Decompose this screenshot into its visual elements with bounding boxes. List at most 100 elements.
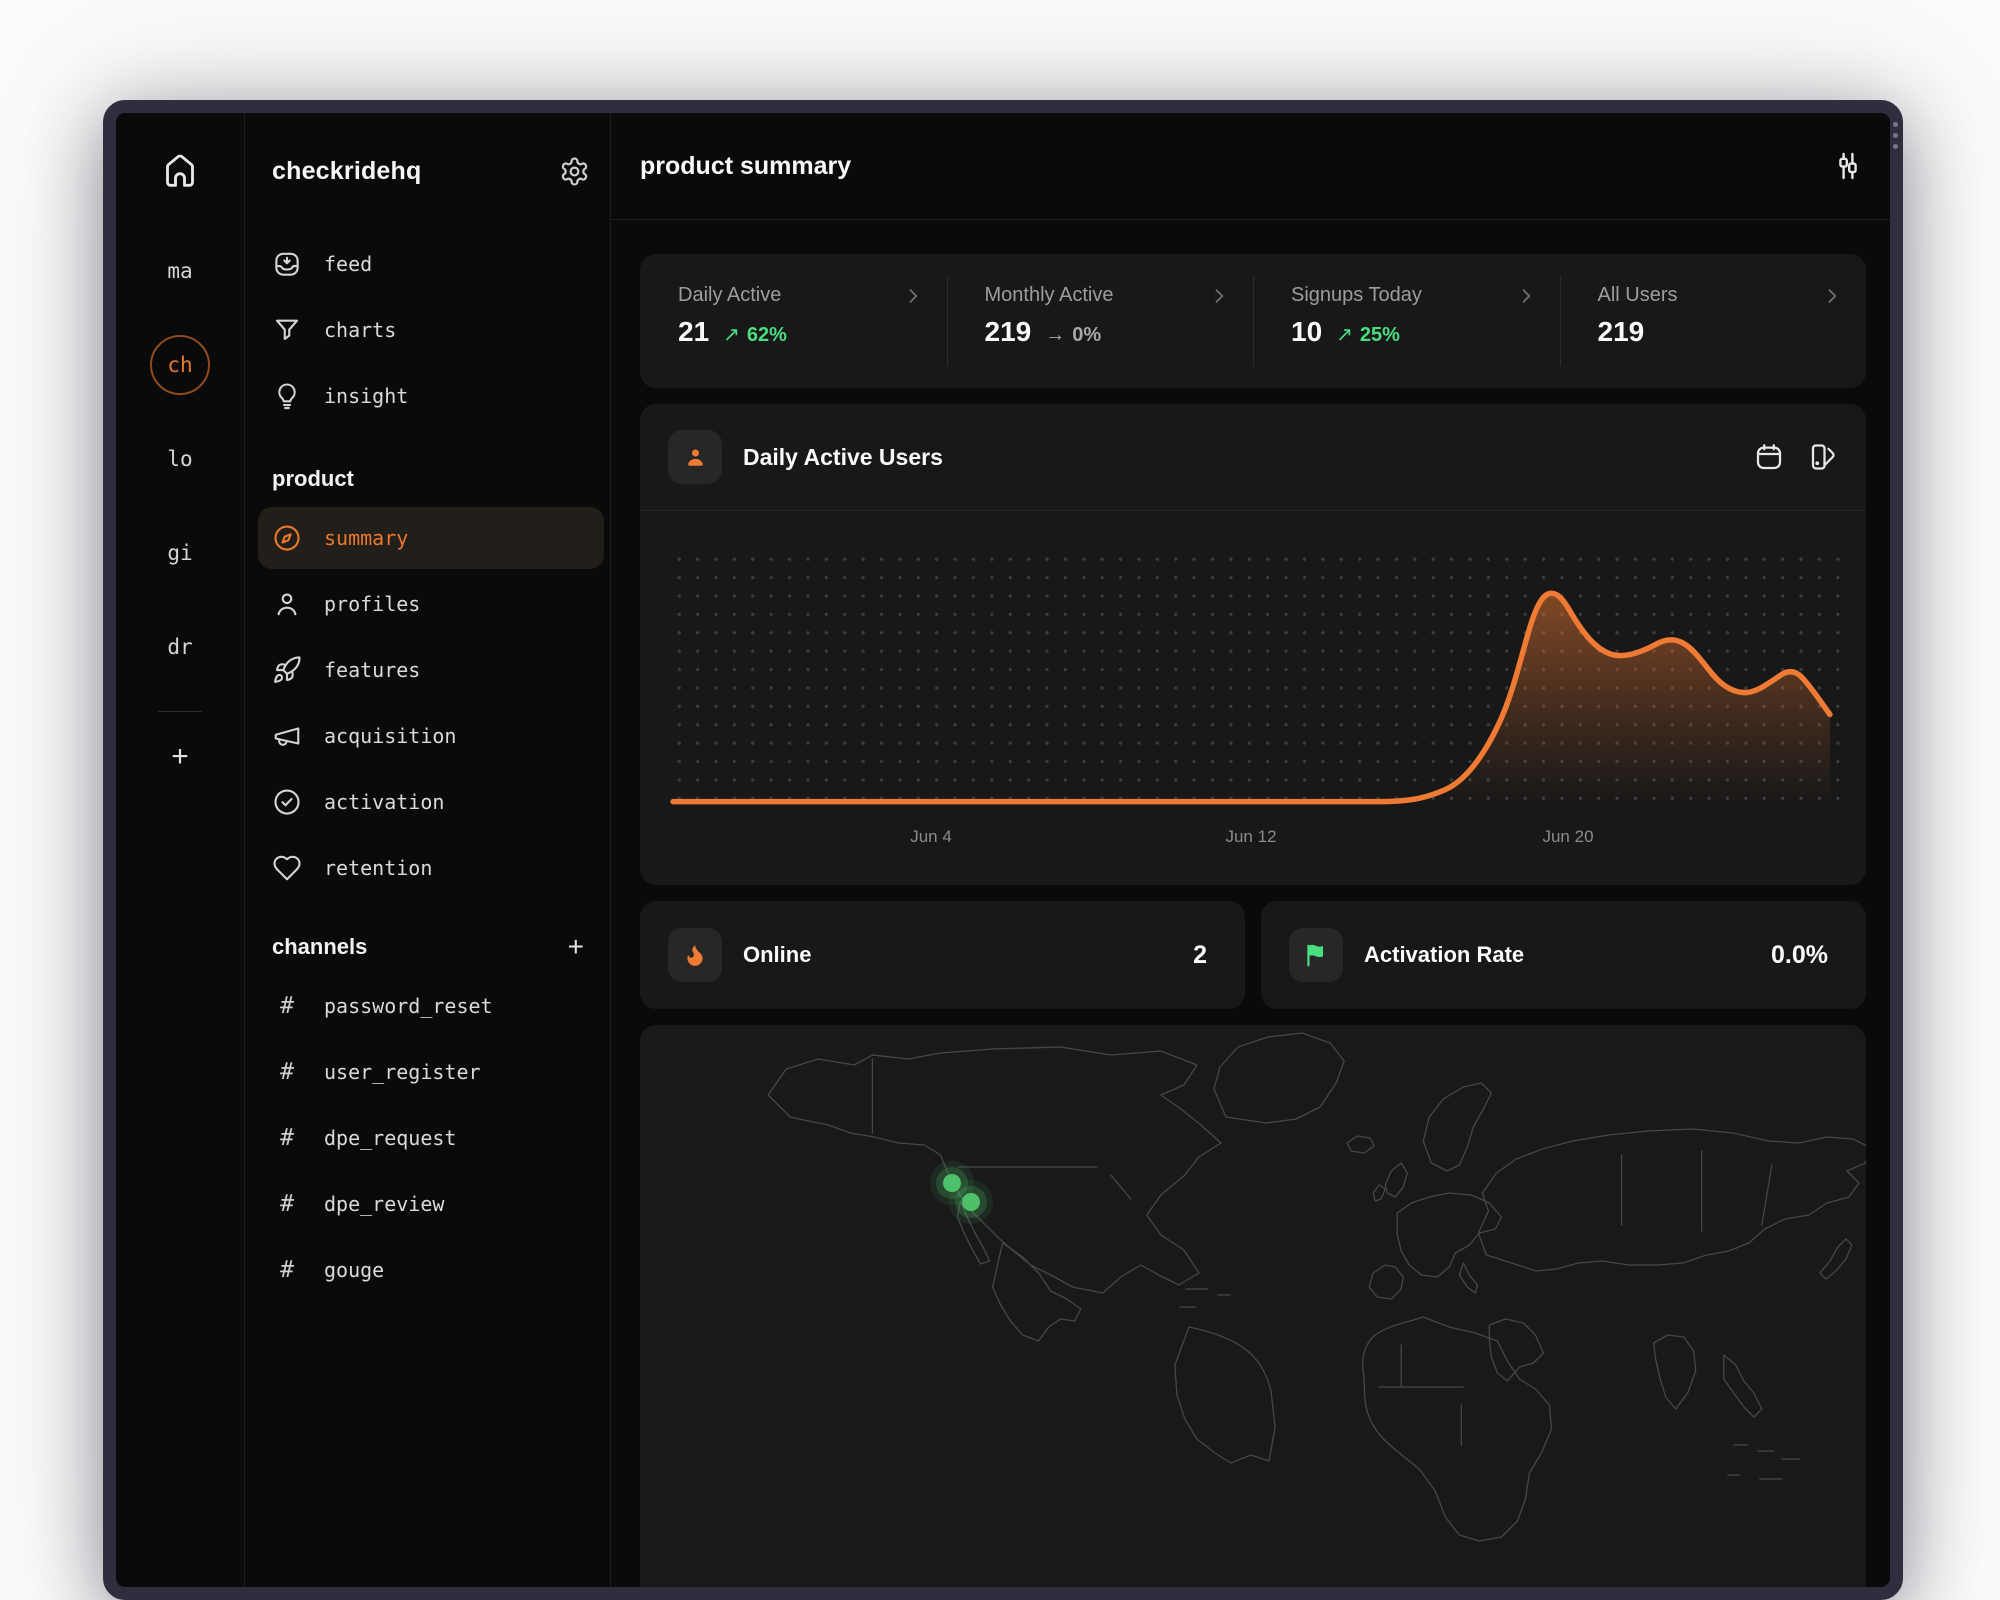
sidebar-item-label: profiles	[324, 592, 421, 616]
sidebar: checkridehq feed charts insight product …	[245, 113, 611, 1587]
stats-strip: Daily Active 21 ↗ 62% Monthly Active 219…	[640, 254, 1866, 388]
online-user-dot	[943, 1174, 961, 1192]
stat-value: 219	[1597, 316, 1645, 347]
chevron-right-icon	[1516, 286, 1536, 306]
channel-label: dpe_review	[324, 1192, 445, 1216]
stat-label: Daily Active	[678, 284, 782, 306]
workspace-item-ma[interactable]: ma	[150, 241, 210, 301]
sidebar-item-features[interactable]: features	[272, 637, 590, 703]
section-title: channels	[272, 934, 368, 959]
person-icon	[272, 589, 302, 619]
channel-item-password-reset[interactable]: # password_reset	[272, 973, 590, 1039]
sidebar-item-summary[interactable]: summary	[258, 507, 604, 569]
trend-percent: 0%	[1072, 324, 1102, 346]
page-title: product summary	[640, 151, 852, 180]
flame-icon	[687, 945, 703, 966]
workspace-title: checkridehq	[272, 156, 422, 185]
stat-trend: → 0%	[1045, 324, 1101, 347]
dau-line-chart[interactable]	[640, 404, 1866, 886]
channel-label: gouge	[324, 1258, 385, 1282]
world-map	[767, 1032, 1866, 1542]
stat-value: 21	[678, 316, 710, 347]
chevron-right-icon	[1209, 286, 1229, 306]
sidebar-item-label: charts	[324, 318, 397, 342]
stat-value: 219	[984, 316, 1032, 347]
sidebar-item-feed[interactable]: feed	[272, 231, 590, 297]
sidebar-header: checkridehq	[272, 149, 590, 193]
flag-tile	[1289, 928, 1343, 982]
circle-check-icon	[272, 787, 302, 817]
hash-icon: #	[280, 1125, 294, 1151]
activation-rate-value: 0.0%	[1771, 940, 1828, 969]
workspace-item-gi[interactable]: gi	[150, 523, 210, 583]
stat-value: 10	[1291, 316, 1323, 347]
trend-up-arrow-icon: ↗	[1336, 324, 1353, 346]
trend-percent: 25%	[1359, 324, 1400, 346]
lightbulb-icon	[272, 381, 302, 411]
sidebar-item-label: acquisition	[324, 724, 457, 748]
stat-monthly-active[interactable]: Monthly Active 219 → 0%	[946, 254, 1254, 388]
sidebar-item-label: summary	[324, 526, 409, 550]
chart-area-fill	[1379, 593, 1830, 802]
section-product: product	[272, 453, 590, 505]
stat-label: Signups Today	[1291, 284, 1422, 306]
stat-daily-active[interactable]: Daily Active 21 ↗ 62%	[640, 254, 947, 388]
workspace-item-dr[interactable]: dr	[150, 617, 210, 677]
sidebar-item-insight[interactable]: insight	[272, 363, 590, 429]
add-workspace-button[interactable]: +	[171, 740, 189, 774]
channel-item-dpe-review[interactable]: # dpe_review	[272, 1171, 590, 1237]
daily-active-users-card: Daily Active Users Jun 4 Jun 12 Jun 20	[640, 404, 1866, 885]
sidebar-item-activation[interactable]: activation	[272, 769, 590, 835]
online-label: Online	[743, 942, 812, 967]
stat-trend: ↗ 62%	[723, 322, 787, 347]
stat-signups-today[interactable]: Signups Today 10 ↗ 25%	[1253, 254, 1560, 388]
user-locations-map-card[interactable]	[640, 1025, 1866, 1587]
heart-icon	[272, 853, 302, 883]
x-axis-tick: Jun 20	[1542, 827, 1594, 846]
channel-item-user-register[interactable]: # user_register	[272, 1039, 590, 1105]
x-axis-tick: Jun 4	[910, 827, 952, 846]
activation-rate-label: Activation Rate	[1364, 942, 1525, 967]
stat-label: All Users	[1597, 284, 1678, 306]
workspace-item-lo[interactable]: lo	[150, 429, 210, 489]
activation-rate-card[interactable]: Activation Rate 0.0%	[1261, 901, 1866, 1009]
sidebar-item-retention[interactable]: retention	[272, 835, 590, 901]
chevron-right-icon	[903, 286, 923, 306]
settings-gear-icon[interactable]	[559, 156, 590, 187]
online-card[interactable]: Online 2	[640, 901, 1245, 1009]
channel-label: password_reset	[324, 994, 493, 1018]
stat-all-users[interactable]: All Users 219	[1559, 254, 1867, 388]
stat-label: Monthly Active	[984, 284, 1114, 306]
flag-icon	[1307, 944, 1324, 967]
sidebar-item-label: retention	[324, 856, 433, 880]
online-value: 2	[1193, 940, 1207, 969]
channel-label: user_register	[324, 1060, 481, 1084]
trend-up-arrow-icon: ↗	[723, 324, 740, 346]
hash-icon: #	[280, 1257, 294, 1283]
main-panel: product summary Daily Active 21 ↗ 62% Mo…	[611, 113, 1890, 1587]
inbox-arrow-down-icon	[272, 249, 302, 279]
section-channels: channels +	[272, 921, 590, 973]
trend-percent: 62%	[746, 324, 787, 346]
rail-divider	[158, 711, 202, 712]
compass-icon	[272, 523, 302, 553]
trend-flat-arrow-icon: →	[1045, 324, 1066, 346]
home-icon[interactable]	[160, 149, 200, 189]
channel-item-gouge[interactable]: # gouge	[272, 1237, 590, 1303]
mini-cards-row: Online 2 Activation Rate 0.0%	[640, 901, 1866, 1009]
sidebar-item-label: features	[324, 658, 421, 682]
add-channel-button[interactable]: +	[568, 931, 590, 963]
funnel-icon	[272, 315, 302, 345]
online-user-dot	[962, 1193, 980, 1211]
section-title: product	[272, 466, 354, 491]
workspace-rail: ma ch lo gi dr +	[116, 113, 245, 1587]
window-drag-dots[interactable]	[1893, 122, 1898, 149]
sidebar-item-acquisition[interactable]: acquisition	[272, 703, 590, 769]
sidebar-item-profiles[interactable]: profiles	[272, 571, 590, 637]
filter-sliders-icon[interactable]	[1832, 150, 1864, 182]
chevron-right-icon	[1822, 286, 1842, 306]
channel-item-dpe-request[interactable]: # dpe_request	[272, 1105, 590, 1171]
sidebar-item-charts[interactable]: charts	[272, 297, 590, 363]
x-axis-tick: Jun 12	[1225, 827, 1277, 846]
workspace-item-ch-active[interactable]: ch	[150, 335, 210, 395]
